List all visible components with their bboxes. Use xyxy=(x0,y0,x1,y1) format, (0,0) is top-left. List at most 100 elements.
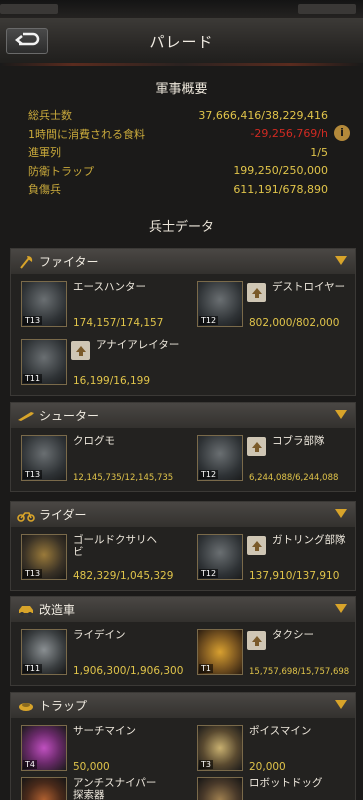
unit-portrait: T12 xyxy=(197,435,243,481)
unit-count: 482,329/1,045,329 xyxy=(73,570,174,582)
unit-portrait: T11 xyxy=(21,629,67,675)
tier-label: T12 xyxy=(199,470,219,479)
unit-count: 1,906,300/1,906,300 xyxy=(73,665,184,677)
trap-icon xyxy=(17,697,35,715)
unit-card[interactable]: ロボットドッグ xyxy=(197,777,363,800)
unit-portrait: T11 xyxy=(21,339,67,385)
stat-row-march: 進軍列 1/5 xyxy=(28,143,328,162)
unit-card[interactable]: T12 ガトリング部隊 137,910/137,910 xyxy=(197,534,363,582)
unit-card[interactable]: T11 ライデイン 1,906,300/1,906,300 xyxy=(21,629,191,677)
header-bar: パレード xyxy=(0,18,363,66)
overview-stats: 総兵士数 37,666,416/38,229,416 1時間に消費される食料 -… xyxy=(28,106,328,199)
unit-count: 174,157/174,157 xyxy=(73,317,164,329)
unit-portrait: T13 xyxy=(21,281,67,327)
tier-label: T13 xyxy=(23,569,43,578)
unit-card[interactable]: T13 ゴールドクサリヘビ 482,329/1,045,329 xyxy=(21,534,191,582)
upgrade-arrow-icon[interactable] xyxy=(247,437,266,456)
unit-card[interactable]: T13 エースハンター 174,157/174,157 xyxy=(21,281,191,329)
upgrade-arrow-icon[interactable] xyxy=(247,283,266,302)
motorcycle-icon xyxy=(17,506,35,524)
unit-count: 137,910/137,910 xyxy=(249,570,340,582)
category-trap: トラップ T4 サーチマイン 50,000 T3 ポイスマイン 20,000 ア… xyxy=(10,692,356,800)
unit-count: 802,000/802,000 xyxy=(249,317,340,329)
upgrade-arrow-icon[interactable] xyxy=(247,536,266,555)
tier-label: T11 xyxy=(23,664,43,673)
unit-name: コブラ部隊 xyxy=(272,435,325,447)
unit-name: ガトリング部隊 xyxy=(272,534,346,546)
tier-label: T4 xyxy=(23,760,37,769)
stat-row-traps: 防衛トラップ 199,250/250,000 xyxy=(28,162,328,181)
unit-portrait: T3 xyxy=(197,725,243,771)
page-title: パレード xyxy=(149,33,214,51)
unit-portrait: T12 xyxy=(197,281,243,327)
category-rider: ライダー T13 ゴールドクサリヘビ 482,329/1,045,329 T12… xyxy=(10,501,356,591)
chevron-down-icon[interactable] xyxy=(335,256,347,265)
unit-portrait: T1 xyxy=(197,629,243,675)
unit-card[interactable]: T1 タクシー 15,757,698/15,757,698 xyxy=(197,629,363,677)
stat-row-food: 1時間に消費される食料 -29,256,769/h xyxy=(28,125,328,144)
stat-label: 負傷兵 xyxy=(28,183,61,197)
unit-name: ライデイン xyxy=(73,629,126,641)
unit-name: アンチスナイパー探索器 xyxy=(73,777,157,800)
chevron-down-icon[interactable] xyxy=(335,509,347,518)
stat-label: 進軍列 xyxy=(28,146,61,160)
unit-card[interactable]: T12 コブラ部隊 6,244,088/6,244,088 xyxy=(197,435,363,483)
unit-count: 20,000 xyxy=(249,761,286,773)
unit-name: アナイアレイター xyxy=(96,339,180,351)
category-header[interactable]: ライダー xyxy=(11,502,355,527)
tier-label: T3 xyxy=(199,760,213,769)
unit-portrait: T13 xyxy=(21,435,67,481)
unit-card[interactable]: T12 デストロイヤー 802,000/802,000 xyxy=(197,281,363,329)
chevron-down-icon[interactable] xyxy=(335,700,347,709)
category-header[interactable]: 改造車 xyxy=(11,597,355,622)
unit-count: 6,244,088/6,244,088 xyxy=(249,473,339,483)
unit-name: ゴールドクサリヘビ xyxy=(73,534,157,558)
tier-label: T12 xyxy=(199,316,219,325)
upgrade-arrow-icon[interactable] xyxy=(247,631,266,650)
stat-row-total: 総兵士数 37,666,416/38,229,416 xyxy=(28,106,328,125)
info-icon[interactable]: i xyxy=(334,125,350,141)
category-title: 改造車 xyxy=(39,603,76,617)
stat-value: 199,250/250,000 xyxy=(233,164,328,178)
stat-value: -29,256,769/h xyxy=(250,127,328,141)
stat-value: 1/5 xyxy=(310,145,328,159)
chevron-down-icon[interactable] xyxy=(335,410,347,419)
category-header[interactable]: トラップ xyxy=(11,693,355,718)
tier-label: T13 xyxy=(23,470,43,479)
stat-label: 1時間に消費される食料 xyxy=(28,127,145,141)
unit-card[interactable]: アンチスナイパー探索器 xyxy=(21,777,191,800)
tier-label: T11 xyxy=(23,374,43,383)
unit-portrait: T13 xyxy=(21,534,67,580)
unit-portrait: T12 xyxy=(197,534,243,580)
unit-count: 50,000 xyxy=(73,761,110,773)
unit-card[interactable]: T11 アナイアレイター 16,199/16,199 xyxy=(21,339,191,387)
tier-label: T1 xyxy=(199,664,213,673)
unit-card[interactable]: T3 ポイスマイン 20,000 xyxy=(197,725,363,773)
category-title: ライダー xyxy=(39,508,87,522)
tier-label: T13 xyxy=(23,316,43,325)
unit-portrait xyxy=(197,777,243,800)
category-title: シューター xyxy=(39,409,100,423)
overview-title: 軍事概要 xyxy=(155,82,208,97)
chevron-down-icon[interactable] xyxy=(335,604,347,613)
category-header[interactable]: シューター xyxy=(11,403,355,428)
stat-value: 611,191/678,890 xyxy=(233,182,328,196)
unit-count: 12,145,735/12,145,735 xyxy=(73,473,174,483)
axe-icon xyxy=(17,253,35,271)
category-header[interactable]: ファイター xyxy=(11,249,355,274)
stat-label: 防衛トラップ xyxy=(28,164,94,178)
unit-count: 15,757,698/15,757,698 xyxy=(249,667,350,677)
unit-name: エースハンター xyxy=(73,281,146,293)
unit-card[interactable]: T13 クログモ 12,145,735/12,145,735 xyxy=(21,435,191,483)
unit-card[interactable]: T4 サーチマイン 50,000 xyxy=(21,725,191,773)
soldier-data-title: 兵士データ xyxy=(148,220,214,235)
unit-portrait: T4 xyxy=(21,725,67,771)
category-title: ファイター xyxy=(39,255,99,269)
unit-name: ポイスマイン xyxy=(249,725,312,737)
car-icon xyxy=(17,601,35,619)
upgrade-arrow-icon[interactable] xyxy=(71,341,90,360)
unit-name: デストロイヤー xyxy=(272,281,346,293)
strip-segment xyxy=(298,4,356,14)
top-strip xyxy=(0,0,363,20)
unit-name: ロボットドッグ xyxy=(249,777,323,789)
